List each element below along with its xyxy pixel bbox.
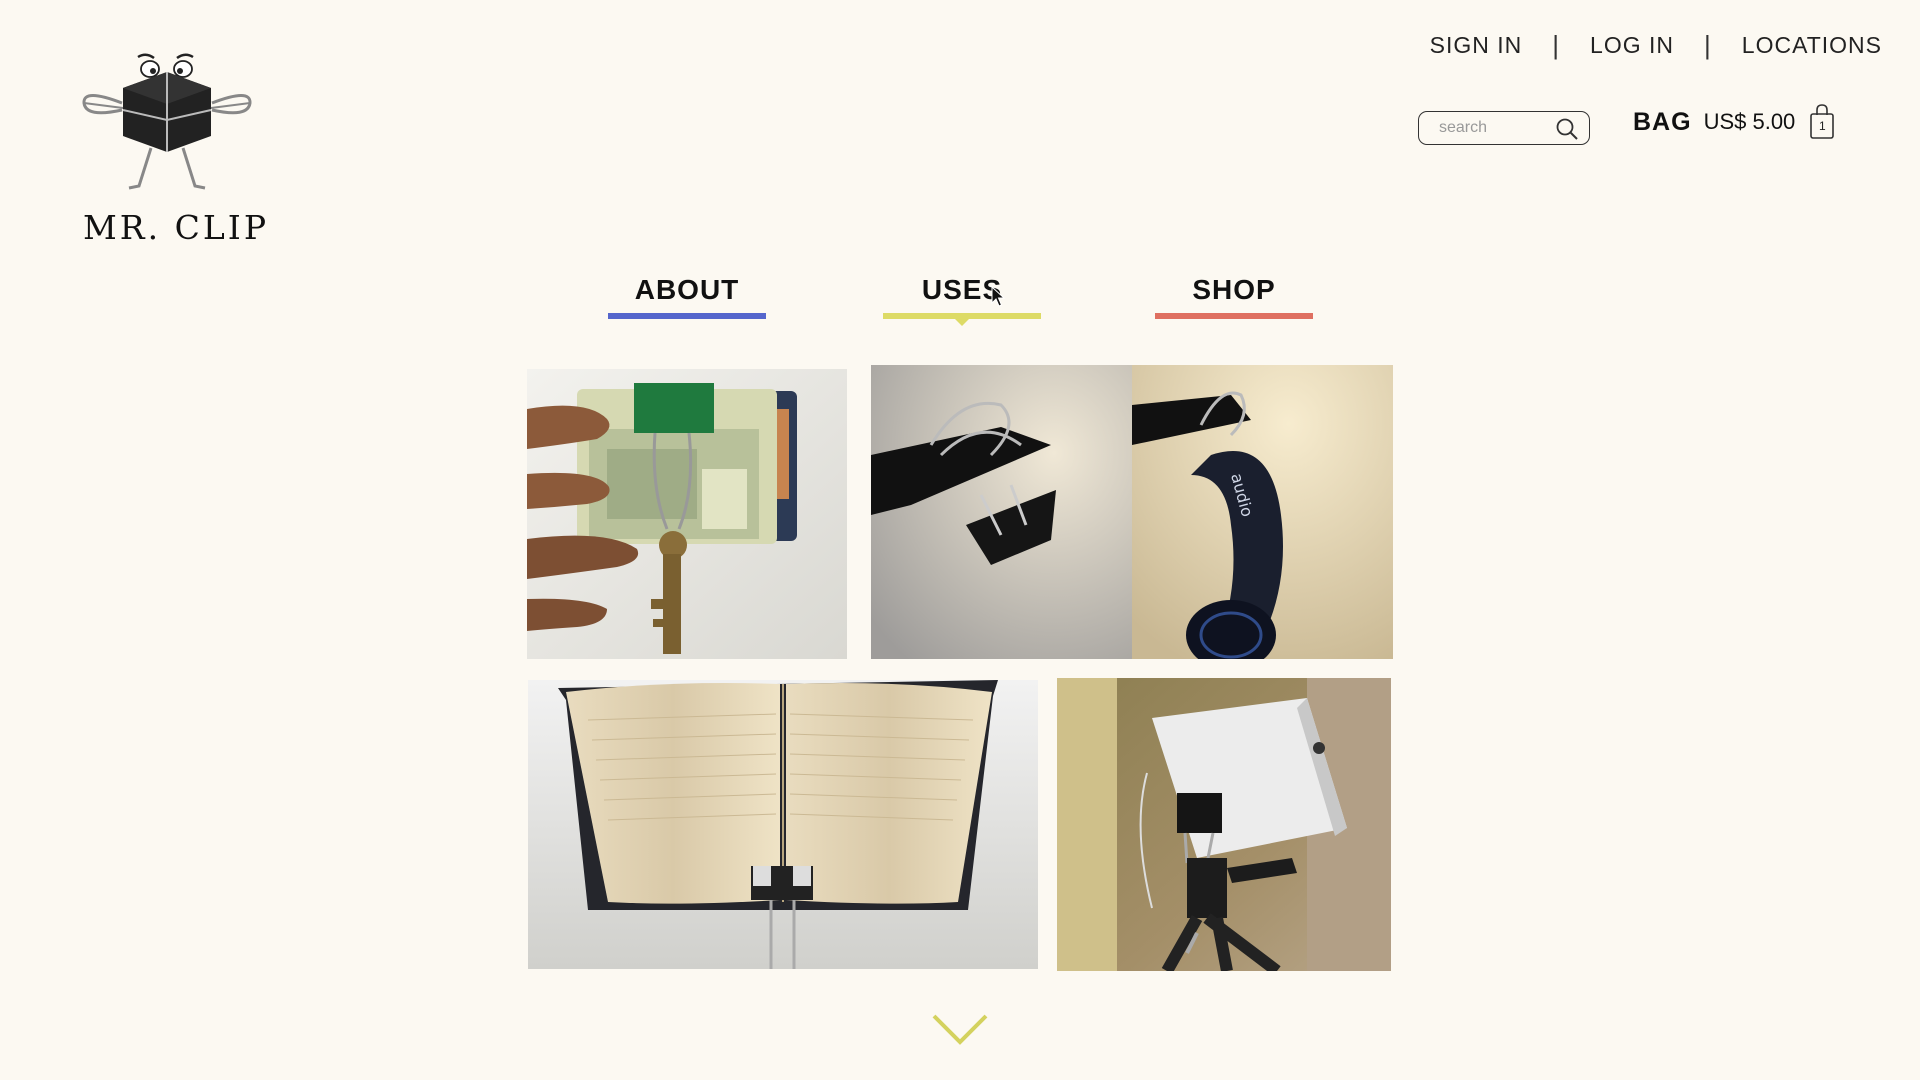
nav-about-label: ABOUT	[634, 274, 740, 305]
brand-name[interactable]: MR. CLIP	[83, 208, 269, 247]
nav-about[interactable]: ABOUT	[608, 272, 766, 319]
phone-tripod-clip-photo[interactable]	[1057, 678, 1391, 971]
separator: |	[1552, 30, 1561, 60]
nav-uses-label: USES	[921, 274, 1003, 305]
notebook-stand-clip-photo[interactable]	[528, 680, 1038, 969]
search-box	[1418, 111, 1590, 145]
active-caret-icon	[954, 318, 970, 326]
locations-link[interactable]: LOCATIONS	[1742, 32, 1882, 59]
nav-about-underline	[608, 313, 766, 319]
bag-label[interactable]: BAG	[1633, 108, 1692, 137]
page: MR. CLIP SIGN IN | LOG IN | LOCATIONS BA…	[0, 0, 1920, 1080]
nav-shop-label: SHOP	[1192, 274, 1276, 305]
mouse-cursor-icon	[991, 286, 1006, 307]
nav-shop[interactable]: SHOP	[1155, 272, 1313, 319]
sign-in-link[interactable]: SIGN IN	[1430, 32, 1523, 59]
top-links: SIGN IN | LOG IN | LOCATIONS	[1430, 30, 1882, 61]
main-nav: ABOUT USES SHOP	[0, 272, 1920, 332]
nav-uses[interactable]: USES	[883, 272, 1041, 326]
search-input[interactable]	[1437, 118, 1559, 138]
search-icon[interactable]	[1555, 117, 1579, 141]
shopping-bag-icon[interactable]: 1	[1809, 104, 1835, 140]
separator: |	[1704, 30, 1712, 60]
log-in-link[interactable]: LOG IN	[1590, 32, 1674, 59]
bag-price: US$ 5.00	[1703, 109, 1796, 134]
bag[interactable]: BAG US$ 5.00 1	[1633, 104, 1835, 140]
nav-shop-underline	[1155, 313, 1313, 319]
bag-count: 1	[1818, 119, 1826, 133]
mr-clip-mascot-icon	[82, 53, 252, 190]
money-and-key-clip-photo[interactable]	[527, 369, 847, 659]
headphone-hanger-clip-photo[interactable]: audio	[871, 365, 1393, 659]
chevron-down-icon[interactable]	[931, 1012, 989, 1046]
